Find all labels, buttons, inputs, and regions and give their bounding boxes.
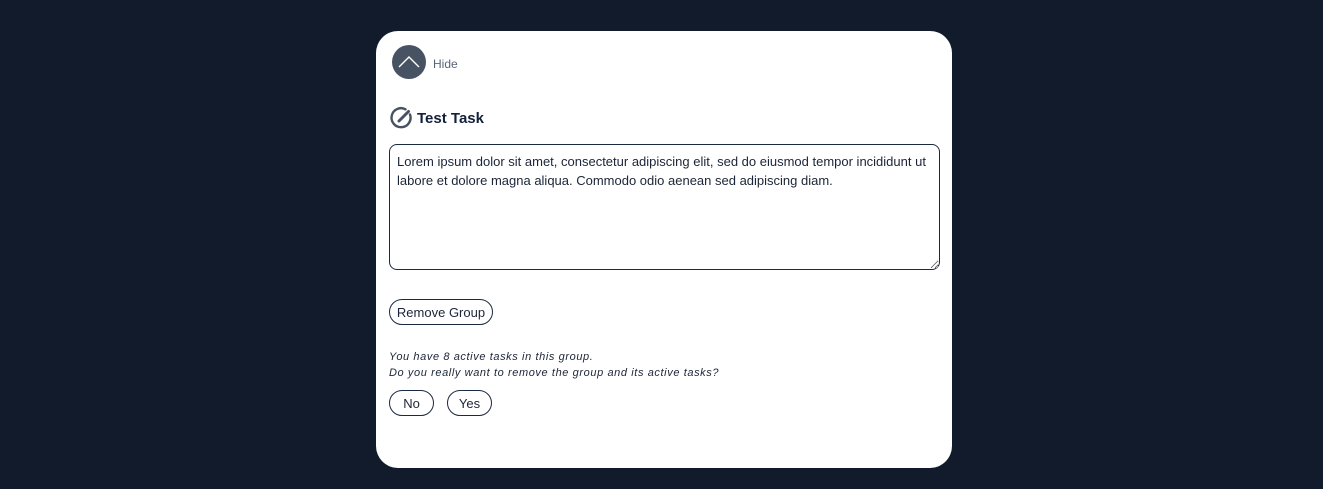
confirm-message-line-2: Do you really want to remove the group a… xyxy=(389,367,720,379)
hide-toggle[interactable]: Hide xyxy=(392,45,458,79)
task-title-row: Test Task xyxy=(390,106,484,130)
no-button[interactable]: No xyxy=(389,390,434,416)
edit-circle-icon xyxy=(390,107,412,129)
chevron-up-icon xyxy=(398,56,420,68)
remove-group-button[interactable]: Remove Group xyxy=(389,299,493,325)
task-card: Hide Test Task Lorem ipsum dolor sit ame… xyxy=(376,31,952,468)
task-title: Test Task xyxy=(417,109,484,127)
yes-button[interactable]: Yes xyxy=(447,390,492,416)
task-description-input[interactable]: Lorem ipsum dolor sit amet, consectetur … xyxy=(389,144,940,270)
hide-label[interactable]: Hide xyxy=(433,57,458,71)
confirm-message-line-1: You have 8 active tasks in this group. xyxy=(389,351,594,363)
hide-button[interactable] xyxy=(392,45,426,79)
